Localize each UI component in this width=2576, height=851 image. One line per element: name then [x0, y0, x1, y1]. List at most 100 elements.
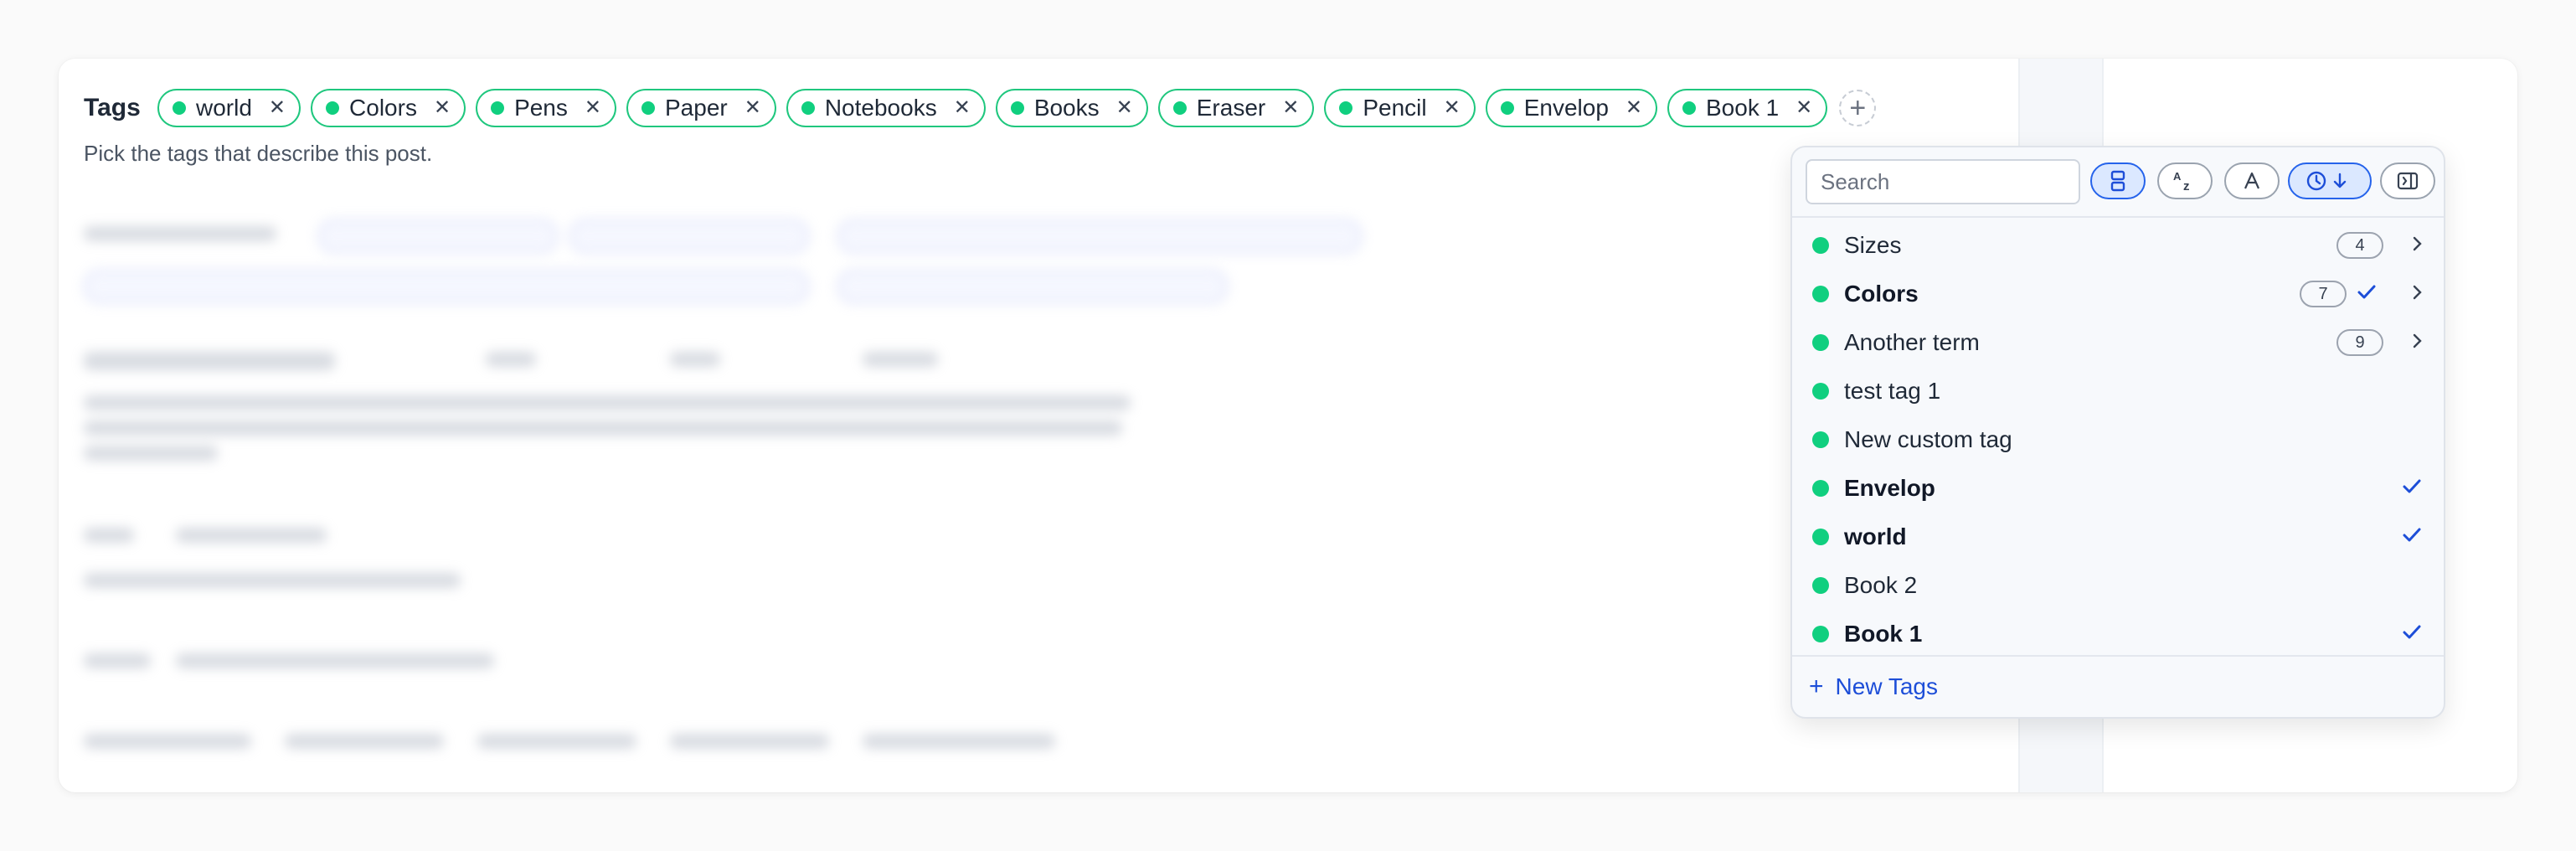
add-tag-button[interactable]: + [1839, 90, 1877, 126]
sidebar-panel-icon [2397, 172, 2419, 190]
tag-color-dot [1172, 101, 1187, 115]
tag-chip[interactable]: Envelop ✕ [1485, 89, 1657, 127]
tag-chip-label: Eraser [1196, 95, 1266, 121]
tag-chip[interactable]: Pens ✕ [476, 89, 616, 127]
tag-color-dot [1812, 480, 1829, 497]
tag-chip[interactable]: Paper ✕ [626, 89, 776, 127]
tag-chip-label: world [196, 95, 252, 121]
tag-chip[interactable]: Books ✕ [995, 89, 1148, 127]
option-label: world [1844, 523, 1907, 549]
sort-alpha-icon: Az [2173, 170, 2190, 193]
check-icon [2402, 623, 2422, 646]
remove-tag-icon[interactable]: ✕ [744, 98, 761, 118]
remove-tag-icon[interactable]: ✕ [1625, 98, 1642, 118]
tag-color-dot [1812, 626, 1829, 642]
check-icon [2357, 283, 2377, 306]
option-label: Sizes [1844, 232, 1902, 258]
option-label: Another term [1844, 329, 1980, 355]
tag-color-dot [1500, 101, 1514, 115]
tag-chip[interactable]: world ✕ [157, 89, 301, 127]
tag-color-dot [1339, 101, 1353, 115]
option-label: Book 1 [1844, 621, 1923, 647]
tag-color-dot [1812, 286, 1829, 302]
tag-picker-dropdown: Az Sizes 4 Colors 7 Another term 9 [1790, 146, 2445, 719]
option-label: New custom tag [1844, 426, 2012, 452]
tag-chip[interactable]: Book 1 ✕ [1667, 89, 1828, 127]
sort-recent-button[interactable] [2288, 162, 2372, 199]
font-icon [2244, 172, 2260, 189]
tag-color-dot [1010, 101, 1024, 115]
chevron-right-icon[interactable] [2409, 332, 2425, 354]
group-toggle-button[interactable] [2090, 162, 2146, 199]
tags-field-label: Tags [84, 94, 141, 121]
remove-tag-icon[interactable]: ✕ [1282, 98, 1299, 118]
option-label: Colors [1844, 281, 1919, 307]
list-item-book-2[interactable]: Book 2 [1792, 561, 2444, 610]
remove-tag-icon[interactable]: ✕ [1795, 98, 1812, 118]
tag-chip[interactable]: Notebooks ✕ [786, 89, 986, 127]
tag-chip-label: Book 1 [1706, 95, 1780, 121]
remove-tag-icon[interactable]: ✕ [585, 98, 601, 118]
plus-icon: + [1809, 673, 1824, 700]
chevron-right-icon[interactable] [2409, 283, 2425, 306]
list-item-world[interactable]: world [1792, 513, 2444, 561]
chevron-right-icon[interactable] [2409, 235, 2425, 257]
list-item-test-tag-1[interactable]: test tag 1 [1792, 367, 2444, 415]
tag-color-dot [1812, 237, 1829, 254]
remove-tag-icon[interactable]: ✕ [434, 98, 451, 118]
count-badge: 4 [2336, 232, 2383, 259]
tag-color-dot [1812, 334, 1829, 351]
tag-color-dot [801, 101, 815, 115]
tag-chip-label: Pencil [1363, 95, 1427, 121]
option-label: Envelop [1844, 475, 1935, 501]
tag-chip-label: Colors [349, 95, 417, 121]
tags-helper-text: Pick the tags that describe this post. [84, 141, 433, 166]
count-badge: 7 [2300, 281, 2347, 307]
tag-color-dot [1682, 101, 1696, 115]
plus-icon: + [1849, 92, 1867, 124]
new-tags-label: New Tags [1835, 673, 1938, 699]
tag-color-dot [1812, 431, 1829, 448]
tag-color-dot [1812, 577, 1829, 594]
toggle-panel-button[interactable] [2380, 162, 2435, 199]
tag-color-dot [173, 101, 186, 115]
list-item-colors[interactable]: Colors 7 [1792, 270, 2444, 318]
list-item-another-term[interactable]: Another term 9 [1792, 318, 2444, 367]
check-icon [2402, 526, 2422, 549]
blurred-form-content [84, 201, 1362, 771]
svg-text:A: A [2173, 170, 2182, 183]
remove-tag-icon[interactable]: ✕ [1116, 98, 1133, 118]
list-item-envelop[interactable]: Envelop [1792, 464, 2444, 513]
tag-chip-label: Envelop [1523, 95, 1609, 121]
tag-color-dot [1812, 383, 1829, 400]
list-item-new-custom-tag[interactable]: New custom tag [1792, 415, 2444, 464]
tag-chip-label: Books [1033, 95, 1100, 121]
tag-chip-label: Notebooks [824, 95, 937, 121]
tag-chip-label: Paper [665, 95, 728, 121]
remove-tag-icon[interactable]: ✕ [269, 98, 286, 118]
clock-sort-desc-icon [2306, 171, 2347, 191]
sort-alphabetical-button[interactable]: Az [2157, 162, 2213, 199]
font-style-button[interactable] [2224, 162, 2280, 199]
dropdown-toolbar: Az [1792, 147, 2444, 218]
tag-chip[interactable]: Colors ✕ [311, 89, 466, 127]
tag-chip[interactable]: Pencil ✕ [1324, 89, 1476, 127]
list-item-book-1[interactable]: Book 1 [1792, 610, 2444, 658]
remove-tag-icon[interactable]: ✕ [1444, 98, 1461, 118]
selected-tags-row: world ✕ Colors ✕ Pens ✕ Paper ✕ Notebooks ✕ B… [157, 89, 1877, 127]
tag-color-dot [641, 101, 655, 115]
option-label: Book 2 [1844, 572, 1918, 598]
tag-chip-label: Pens [514, 95, 568, 121]
remove-tag-icon[interactable]: ✕ [954, 98, 971, 118]
tag-color-dot [1812, 529, 1829, 545]
count-badge: 9 [2336, 329, 2383, 356]
svg-text:z: z [2183, 179, 2190, 193]
tag-color-dot [491, 101, 505, 115]
list-item-sizes[interactable]: Sizes 4 [1792, 221, 2444, 270]
tag-chip[interactable]: Eraser ✕ [1157, 89, 1315, 127]
tag-color-dot [326, 101, 340, 115]
group-icon [2110, 170, 2125, 192]
new-tags-button[interactable]: + New Tags [1792, 655, 2444, 717]
search-input[interactable] [1806, 159, 2080, 204]
check-icon [2402, 477, 2422, 500]
